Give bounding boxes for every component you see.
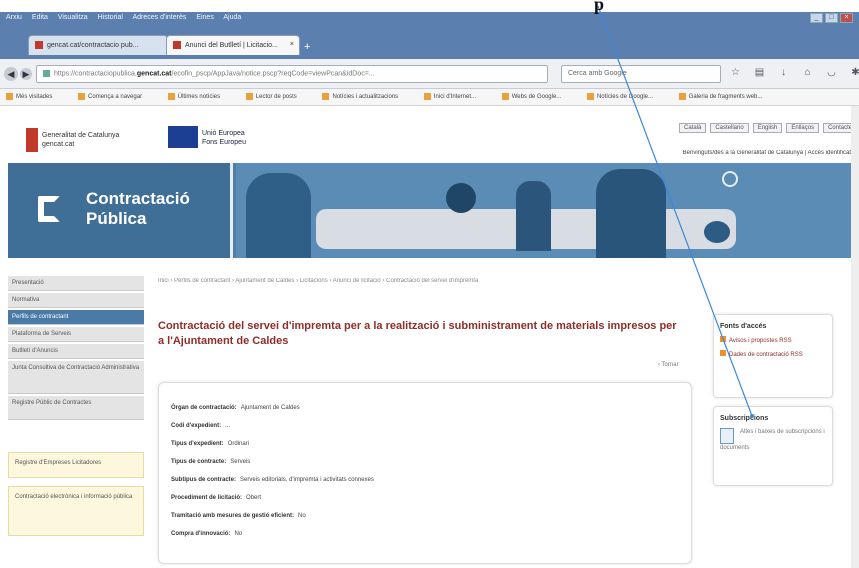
annotation-point — [750, 414, 754, 418]
annotation-arrow-overlay — [597, 5, 754, 418]
browser-screenshot: Arxiu Edita Visualitza Historial Adreces… — [0, 0, 859, 568]
annotation-label: p — [594, 0, 605, 14]
annotation-line — [597, 5, 753, 417]
